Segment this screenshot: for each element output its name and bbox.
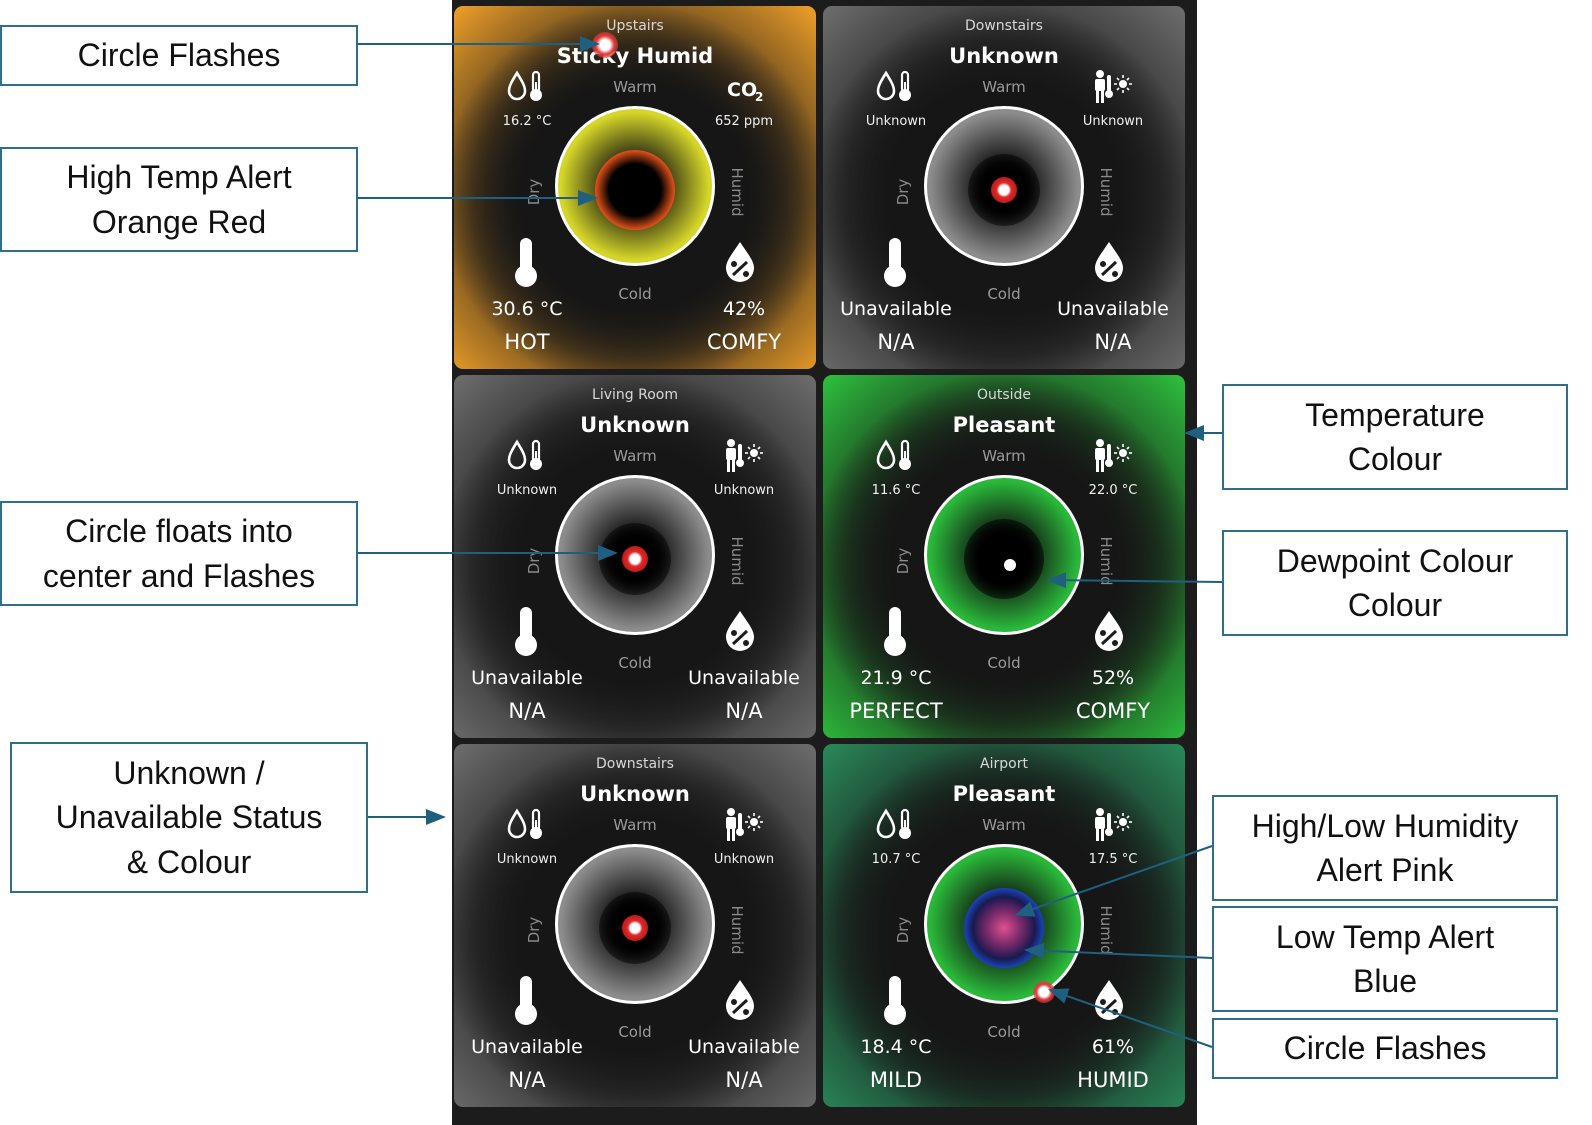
arrow-low-temp-alert	[1024, 942, 1213, 959]
arrow-dewpoint-colour	[1046, 572, 1223, 589]
arrow-humidity-alert	[1014, 845, 1213, 917]
arrow-circle-flashes-bottom	[1048, 988, 1213, 1048]
annotation-arrows	[358, 36, 1223, 1048]
